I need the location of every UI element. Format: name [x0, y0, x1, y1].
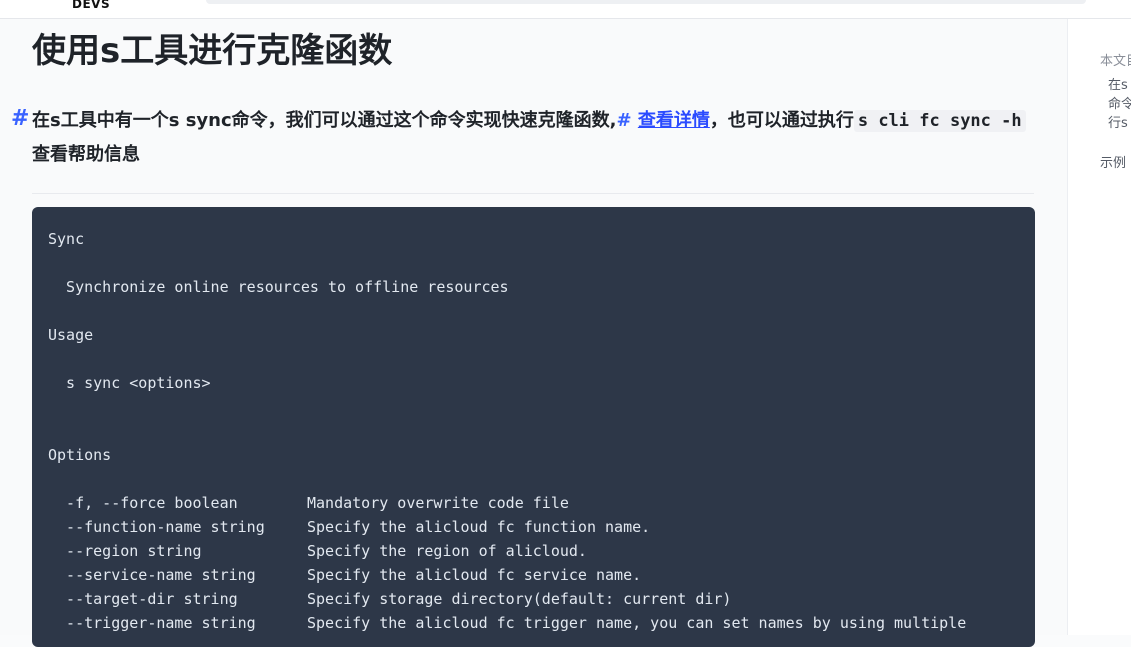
toc-item-examples[interactable]: 示例 [1100, 152, 1126, 171]
heading-anchor-icon[interactable]: # [11, 106, 29, 131]
toc-item[interactable]: 命令 [1108, 95, 1131, 114]
code-line: s sync <options> [48, 374, 211, 392]
toc-title: 本文目 [1100, 54, 1131, 69]
intro-heading: 在s工具中有一个s sync命令，我们可以通过这个命令实现快速克隆函数,# 查看… [32, 104, 1032, 171]
page-title: 使用s工具进行克隆函数 [32, 31, 393, 71]
code-line: --target-dir string Specify storage direc… [48, 590, 732, 608]
inline-code: s cli fc sync -h [853, 110, 1026, 132]
logo[interactable]: DEVS [72, 0, 110, 11]
toc-item[interactable]: 在s [1108, 76, 1128, 95]
code-line: --region string Specify the region of ali… [48, 542, 587, 560]
code-line: --service-name string Specify the aliclou… [48, 566, 642, 584]
intro-text-before: 在s工具中有一个s sync命令，我们可以通过这个命令实现快速克隆函数, [32, 110, 617, 131]
code-line: Options [48, 446, 112, 464]
details-link[interactable]: 查看详情 [638, 110, 710, 131]
search-bar[interactable] [206, 0, 1086, 4]
top-nav-bar: DEVS [0, 0, 1131, 19]
intro-text-after: 查看帮助信息 [32, 144, 140, 165]
code-line: -f, --force boolean Mandatory overwrite c… [48, 494, 569, 512]
code-line: Synchronize online resources to offline … [48, 278, 509, 296]
toc-item[interactable]: 行s [1108, 114, 1128, 133]
code-line: Usage [48, 326, 94, 344]
code-line: --function-name string Specify the aliclo… [48, 518, 651, 536]
code-line: --trigger-name string Specify the aliclou… [48, 614, 967, 632]
inline-hash-icon[interactable]: # [616, 110, 631, 131]
toc-sidebar: 本文目 在s 命令 行s 示例 [1067, 19, 1131, 635]
code-block[interactable]: Sync Synchronize online resources to off… [32, 207, 1035, 647]
code-line: Sync [48, 230, 85, 248]
intro-text-middle: ，也可以通过执行 [709, 110, 854, 131]
divider [32, 193, 1034, 194]
